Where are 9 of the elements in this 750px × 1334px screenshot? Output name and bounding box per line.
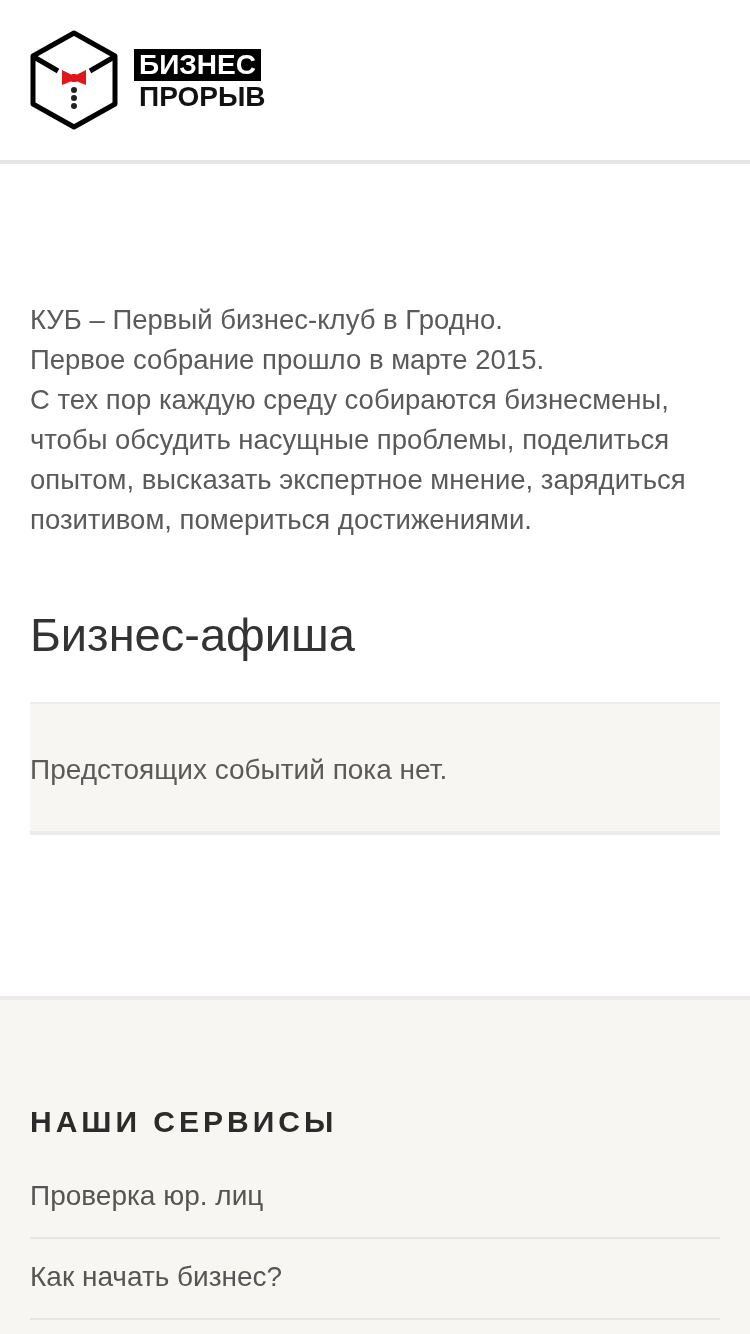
section-title: Бизнес-афиша [30, 608, 356, 662]
logo-text: БИЗНЕС [134, 49, 261, 81]
intro-paragraph: КУБ – Первый бизнес-клуб в Гродно. Первое собрание прошло в марте 2015. С тех пор каждую среду собираются бизнесмены, чтобы обсудить насущные проблемы, поделиться опытом, высказать экспертное мнение, зарядиться позитивом, помериться достижениями. [30, 303, 687, 537]
footer-link[interactable]: Как начать бизнес? [30, 1261, 283, 1292]
cube-bowtie-icon [30, 30, 118, 130]
logo-text: ПРОРЫВ [138, 83, 267, 111]
footer-title: НАШИ СЕРВИСЫ [30, 1104, 339, 1140]
empty-message: Предстоящих событий пока нет. [30, 753, 449, 787]
footer-link[interactable]: Проверка юр. лиц [30, 1180, 264, 1211]
